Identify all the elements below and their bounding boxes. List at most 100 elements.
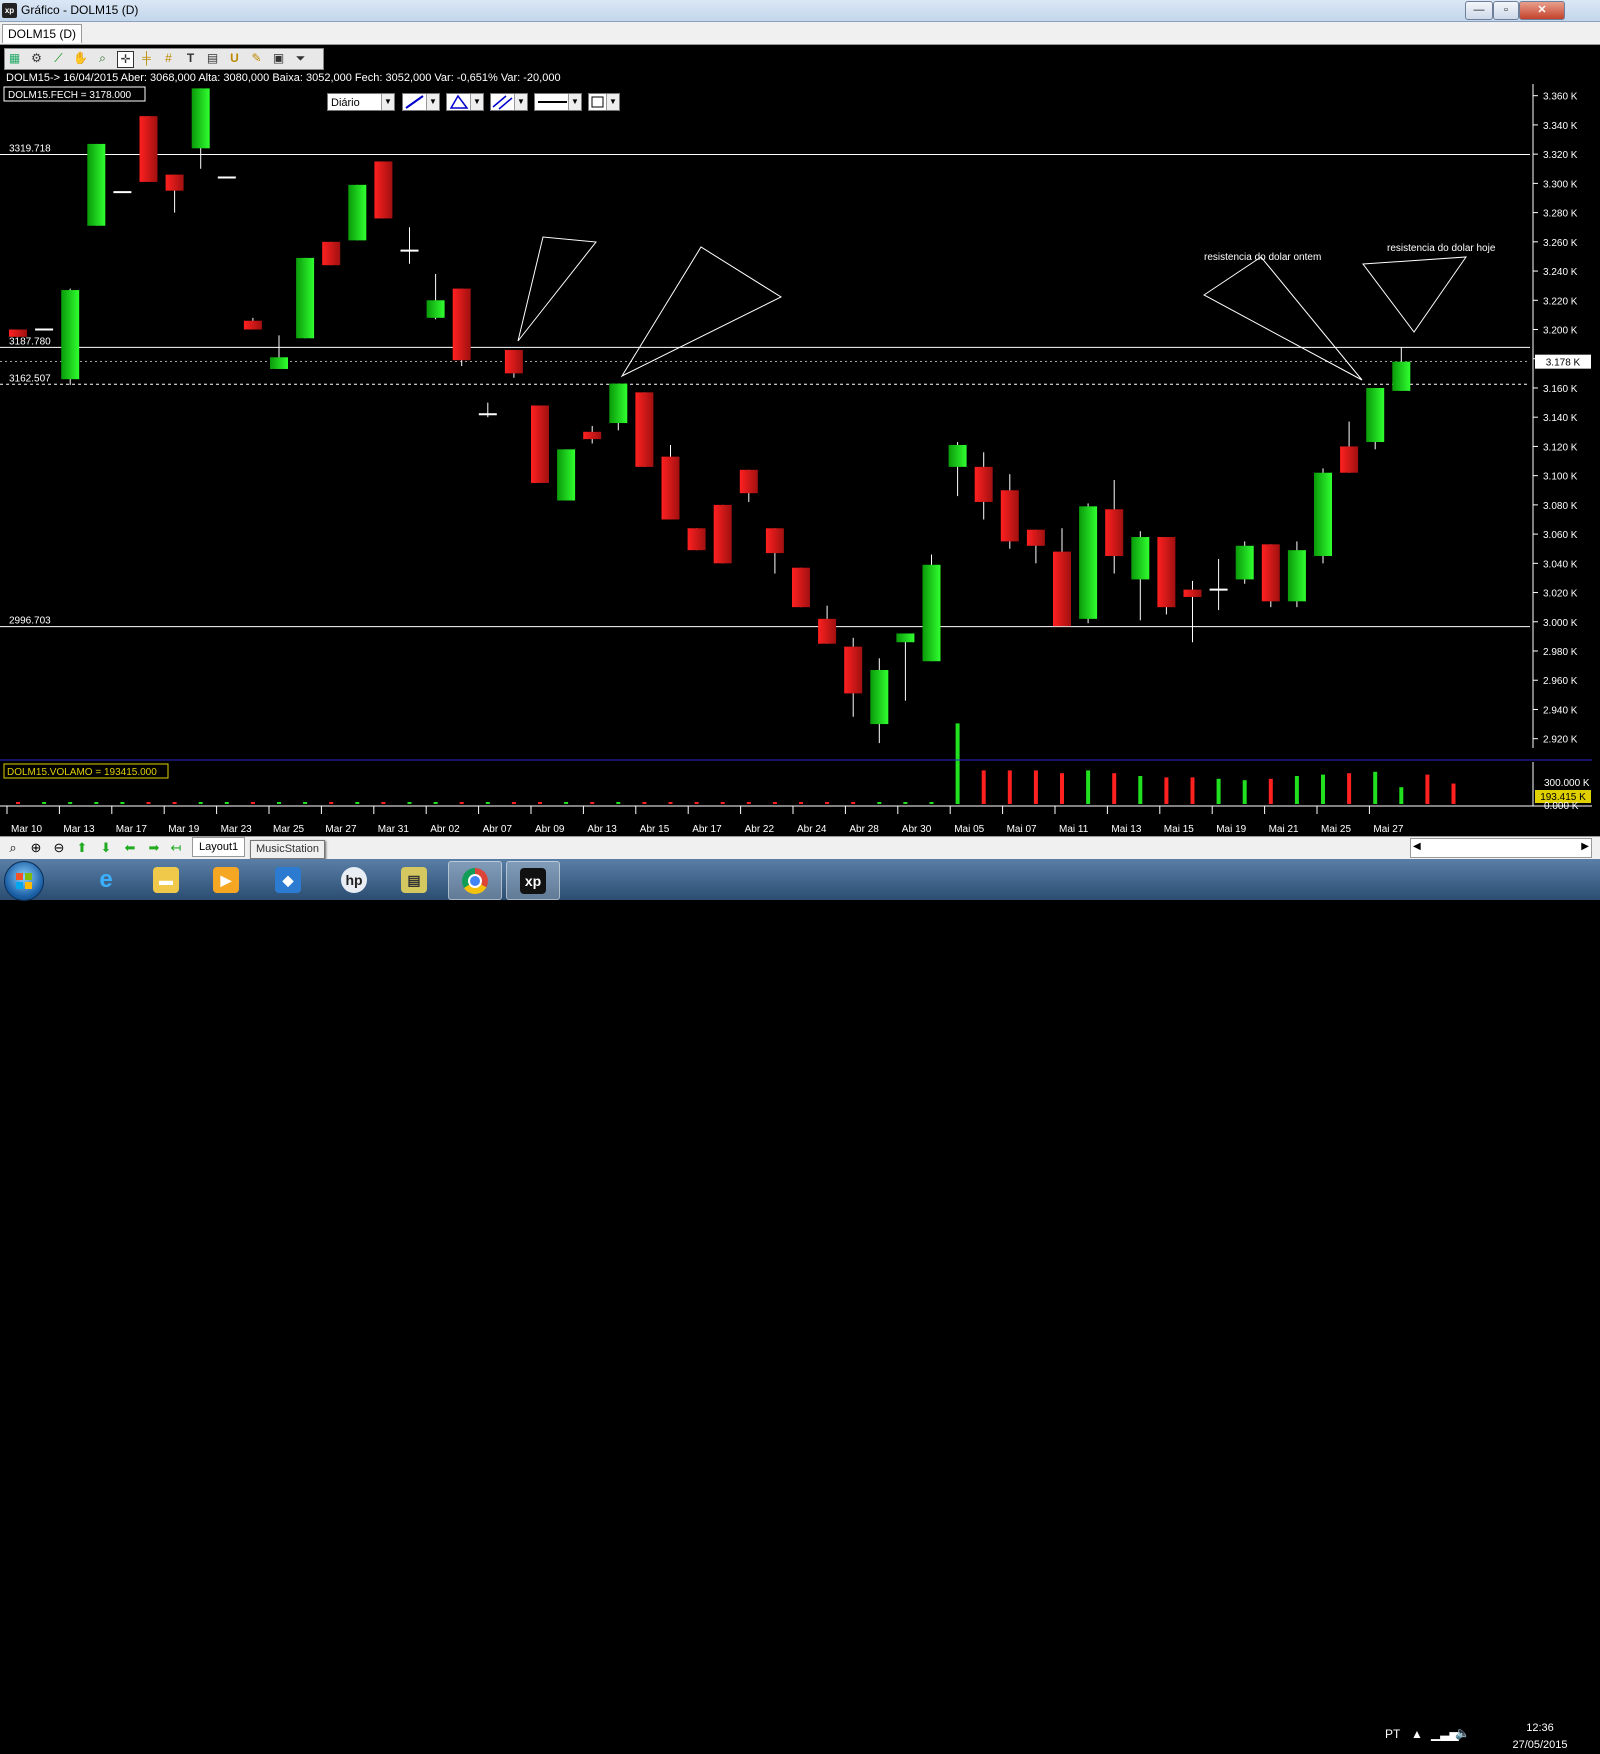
search-icon[interactable]: ⌕	[5, 840, 21, 856]
volume-bar	[668, 802, 673, 804]
candle-up	[1079, 506, 1098, 619]
line-icon[interactable]: ⟋	[51, 51, 66, 66]
volume-bars	[16, 723, 1456, 804]
candle-down	[1261, 544, 1280, 602]
price-tick-label: 3.360 K	[1543, 92, 1578, 103]
candle-down	[139, 116, 158, 182]
arrow-back-icon[interactable]: ↤	[168, 840, 184, 856]
horizontal-scrollbar[interactable]: ◀ ▶	[1410, 838, 1592, 858]
save-icon[interactable]: ▣	[271, 51, 286, 66]
volume-bar	[981, 770, 986, 804]
taskbar-media[interactable]: ▶	[200, 861, 252, 898]
arrow-up-icon[interactable]: ⬆	[74, 840, 90, 856]
volume-bar	[355, 802, 360, 804]
chart-toolbar: ▦ ⚙ ⟋ ✋ ⌕ ✛ ╪ # T ▤ U ✎ ▣ ⏷ Diário ▼ ▼ ▼ …	[0, 45, 1600, 111]
volume-bar	[407, 802, 412, 804]
fibonacci-icon[interactable]: #	[161, 51, 176, 66]
candle-up	[191, 88, 210, 149]
volume-bar	[1138, 776, 1143, 804]
minimize-button[interactable]: —	[1465, 1, 1493, 20]
drawn-triangle	[517, 236, 597, 342]
price-chart[interactable]: 3319.718 3187.780 3162.507 2996.703 3.360 K…	[0, 84, 1600, 836]
candle-down	[687, 528, 706, 551]
scroll-right-icon[interactable]: ▶	[1581, 841, 1589, 852]
price-tick-label: 3.240 K	[1543, 267, 1578, 278]
candle-up	[870, 670, 889, 725]
scroll-left-icon[interactable]: ◀	[1413, 841, 1421, 852]
candle-up	[61, 290, 80, 380]
volume-bar	[1086, 770, 1091, 804]
candle-down	[504, 349, 523, 374]
taskbar-hp[interactable]: hp	[328, 861, 380, 898]
taskbar-ie[interactable]: e	[80, 861, 132, 898]
candle-down	[635, 392, 654, 467]
wand-icon[interactable]: ✎	[249, 51, 264, 66]
date-tick-label: Mai 05	[954, 824, 984, 835]
crosshair-icon[interactable]: ✛	[117, 51, 134, 68]
candle-down	[818, 618, 837, 644]
date-tick-label: Mar 31	[378, 824, 410, 835]
taskbar-clock[interactable]: 12:36 27/05/2015	[1500, 1720, 1580, 1754]
taskbar-chrome[interactable]	[448, 861, 502, 900]
current-price-tag: 3.178 K	[1535, 354, 1591, 369]
taskbar-app4[interactable]: ◆	[262, 861, 314, 898]
volume-bar	[94, 802, 99, 804]
volume-bar	[329, 802, 334, 804]
volume-bar	[694, 802, 699, 804]
candle-up	[948, 444, 967, 467]
gear-icon[interactable]: ⚙	[29, 51, 44, 66]
volume-axis: 300.000 K 193.415 K 0.000 K	[1532, 762, 1591, 812]
reference-line-label: 3319.718	[9, 144, 51, 155]
close-button[interactable]: ✕	[1519, 1, 1565, 20]
arrow-right-icon[interactable]: ➡	[146, 840, 162, 856]
date-tick-label: Abr 15	[640, 824, 670, 835]
price-tick-label: 3.220 K	[1543, 296, 1578, 307]
start-button[interactable]	[4, 861, 44, 901]
volume-icon[interactable]: 🔈	[1455, 1726, 1470, 1740]
candle-down	[844, 646, 863, 694]
taskbar-xp[interactable]: xp	[506, 861, 560, 900]
taskbar-app6[interactable]: ▤	[388, 861, 440, 898]
zoom-in-icon[interactable]: ⊕	[28, 840, 44, 856]
annotation-yesterday: resistencia do dolar ontem	[1204, 252, 1321, 263]
candle-down	[165, 174, 184, 191]
volume-bar	[146, 802, 151, 804]
volume-bar	[381, 802, 386, 804]
arrow-down-icon[interactable]: ⬇	[98, 840, 114, 856]
tab-dolm15[interactable]: DOLM15 (D)	[2, 24, 83, 43]
candle-down	[1105, 509, 1124, 557]
date-tick-label: Mai 11	[1059, 824, 1089, 835]
price-tick-label: 3.280 K	[1543, 209, 1578, 220]
magnet-icon[interactable]: U	[227, 51, 242, 66]
chart-icon[interactable]: ▦	[7, 51, 22, 66]
calculator-icon[interactable]: ▤	[205, 51, 220, 66]
language-indicator[interactable]: PT	[1385, 1727, 1400, 1741]
volume-bar	[485, 802, 490, 804]
candle-down	[739, 469, 758, 494]
show-hidden-icon[interactable]: ▲	[1411, 1727, 1423, 1741]
candle-up	[1131, 537, 1150, 580]
layout-tab[interactable]: Layout1	[192, 837, 246, 857]
filter-icon[interactable]: ⏷	[293, 51, 308, 66]
document-icon: ▤	[401, 867, 427, 893]
zoom-icon[interactable]: ⌕	[95, 51, 110, 66]
candle-down	[1157, 537, 1176, 608]
volume-bar	[1294, 776, 1299, 804]
volume-bar	[1112, 773, 1117, 804]
horizontal-line-icon[interactable]: ╪	[139, 51, 154, 66]
zoom-out-icon[interactable]: ⊖	[51, 840, 67, 856]
volume-tick-0: 0.000 K	[1544, 801, 1579, 812]
arrow-left-icon[interactable]: ⬅	[122, 840, 138, 856]
date-tick-label: Abr 28	[849, 824, 879, 835]
date-tick-label: Mai 19	[1216, 824, 1246, 835]
candle-up	[609, 383, 628, 424]
shield-icon: ◆	[275, 867, 301, 893]
hand-icon[interactable]: ✋	[73, 51, 88, 66]
maximize-button[interactable]: ▫	[1493, 1, 1519, 20]
taskbar-explorer[interactable]: ▬	[140, 861, 192, 898]
price-tick-label: 3.100 K	[1543, 472, 1578, 483]
text-icon[interactable]: T	[183, 51, 198, 66]
price-axis: 3.360 K 3.340 K 3.320 K 3.300 K 3.280 K 3.260…	[1532, 84, 1578, 748]
price-tick-label: 3.300 K	[1543, 179, 1578, 190]
date-tick-label: Abr 22	[745, 824, 775, 835]
